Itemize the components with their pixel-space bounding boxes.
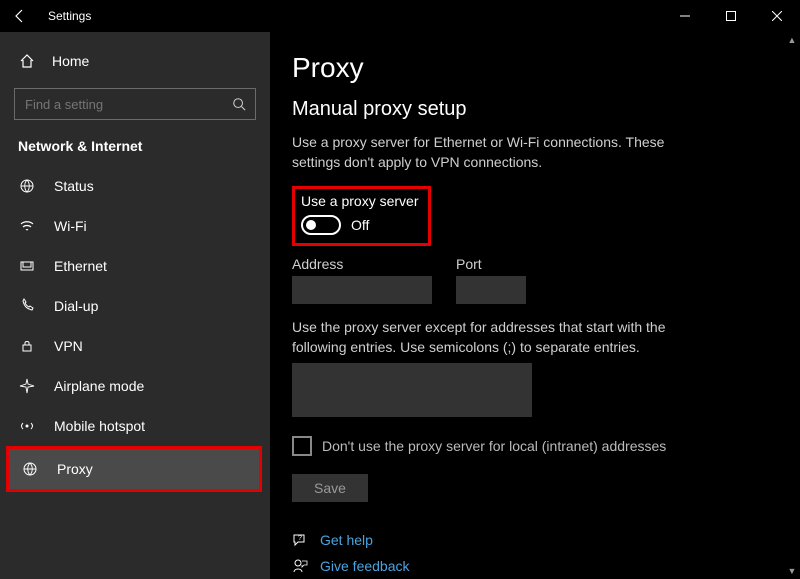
proxy-highlight-box: Proxy bbox=[6, 446, 262, 492]
exceptions-description: Use the proxy server except for addresse… bbox=[292, 318, 672, 357]
proxy-toggle-highlight-box: Use a proxy server Off bbox=[292, 186, 431, 246]
wifi-icon bbox=[18, 218, 36, 234]
sidebar-item-airplane[interactable]: Airplane mode bbox=[0, 366, 270, 406]
local-bypass-label: Don't use the proxy server for local (in… bbox=[322, 438, 666, 454]
save-button[interactable]: Save bbox=[292, 474, 368, 502]
titlebar: Settings bbox=[0, 0, 800, 32]
page-title: Proxy bbox=[292, 52, 800, 84]
sidebar-item-label: Ethernet bbox=[54, 258, 107, 274]
airplane-icon bbox=[18, 378, 36, 394]
sidebar-item-label: VPN bbox=[54, 338, 83, 354]
proxy-icon bbox=[21, 461, 39, 477]
sidebar-item-label: Mobile hotspot bbox=[54, 418, 145, 434]
sidebar-item-ethernet[interactable]: Ethernet bbox=[0, 246, 270, 286]
hotspot-icon bbox=[18, 418, 36, 434]
feedback-link[interactable]: Give feedback bbox=[292, 558, 800, 574]
sidebar: Home Network & Internet Status Wi-Fi Eth… bbox=[0, 32, 270, 579]
ethernet-icon bbox=[18, 258, 36, 274]
maximize-button[interactable] bbox=[708, 0, 754, 32]
local-bypass-checkbox[interactable] bbox=[292, 436, 312, 456]
port-input[interactable] bbox=[456, 276, 526, 304]
exceptions-input[interactable] bbox=[292, 363, 532, 417]
sidebar-item-label: Dial-up bbox=[54, 298, 98, 314]
feedback-icon bbox=[292, 558, 308, 574]
proxy-toggle[interactable] bbox=[301, 215, 341, 235]
sidebar-item-label: Proxy bbox=[57, 461, 93, 477]
sidebar-item-label: Airplane mode bbox=[54, 378, 144, 394]
feedback-text: Give feedback bbox=[320, 558, 410, 574]
sidebar-section-heading: Network & Internet bbox=[0, 134, 270, 166]
scroll-down-icon[interactable]: ▼ bbox=[784, 563, 800, 579]
vpn-icon bbox=[18, 338, 36, 354]
window-title: Settings bbox=[48, 9, 91, 23]
sidebar-item-dialup[interactable]: Dial-up bbox=[0, 286, 270, 326]
svg-text:?: ? bbox=[298, 535, 302, 542]
sidebar-item-label: Status bbox=[54, 178, 94, 194]
sidebar-item-status[interactable]: Status bbox=[0, 166, 270, 206]
sidebar-item-hotspot[interactable]: Mobile hotspot bbox=[0, 406, 270, 446]
toggle-state: Off bbox=[351, 217, 369, 233]
back-button[interactable] bbox=[0, 0, 40, 32]
search-input[interactable] bbox=[14, 88, 256, 120]
sidebar-item-proxy[interactable]: Proxy bbox=[9, 449, 259, 489]
address-input[interactable] bbox=[292, 276, 432, 304]
sidebar-item-wifi[interactable]: Wi-Fi bbox=[0, 206, 270, 246]
sidebar-item-vpn[interactable]: VPN bbox=[0, 326, 270, 366]
main-content: Proxy Manual proxy setup Use a proxy ser… bbox=[270, 32, 800, 579]
close-button[interactable] bbox=[754, 0, 800, 32]
home-nav[interactable]: Home bbox=[0, 42, 270, 80]
address-label: Address bbox=[292, 256, 432, 272]
get-help-link[interactable]: ? Get help bbox=[292, 532, 800, 548]
window-controls bbox=[662, 0, 800, 32]
minimize-button[interactable] bbox=[662, 0, 708, 32]
section-heading: Manual proxy setup bbox=[292, 98, 800, 121]
get-help-text: Get help bbox=[320, 532, 373, 548]
search-icon bbox=[232, 97, 246, 111]
section-description: Use a proxy server for Ethernet or Wi-Fi… bbox=[292, 133, 712, 172]
help-icon: ? bbox=[292, 532, 308, 548]
toggle-knob bbox=[306, 220, 316, 230]
home-icon bbox=[18, 53, 36, 69]
port-label: Port bbox=[456, 256, 526, 272]
sidebar-item-label: Wi-Fi bbox=[54, 218, 87, 234]
home-label: Home bbox=[52, 53, 89, 69]
dialup-icon bbox=[18, 298, 36, 314]
scrollbar[interactable]: ▲ ▼ bbox=[784, 32, 800, 579]
scroll-up-icon[interactable]: ▲ bbox=[784, 32, 800, 48]
status-icon bbox=[18, 178, 36, 194]
toggle-label: Use a proxy server bbox=[301, 193, 418, 209]
